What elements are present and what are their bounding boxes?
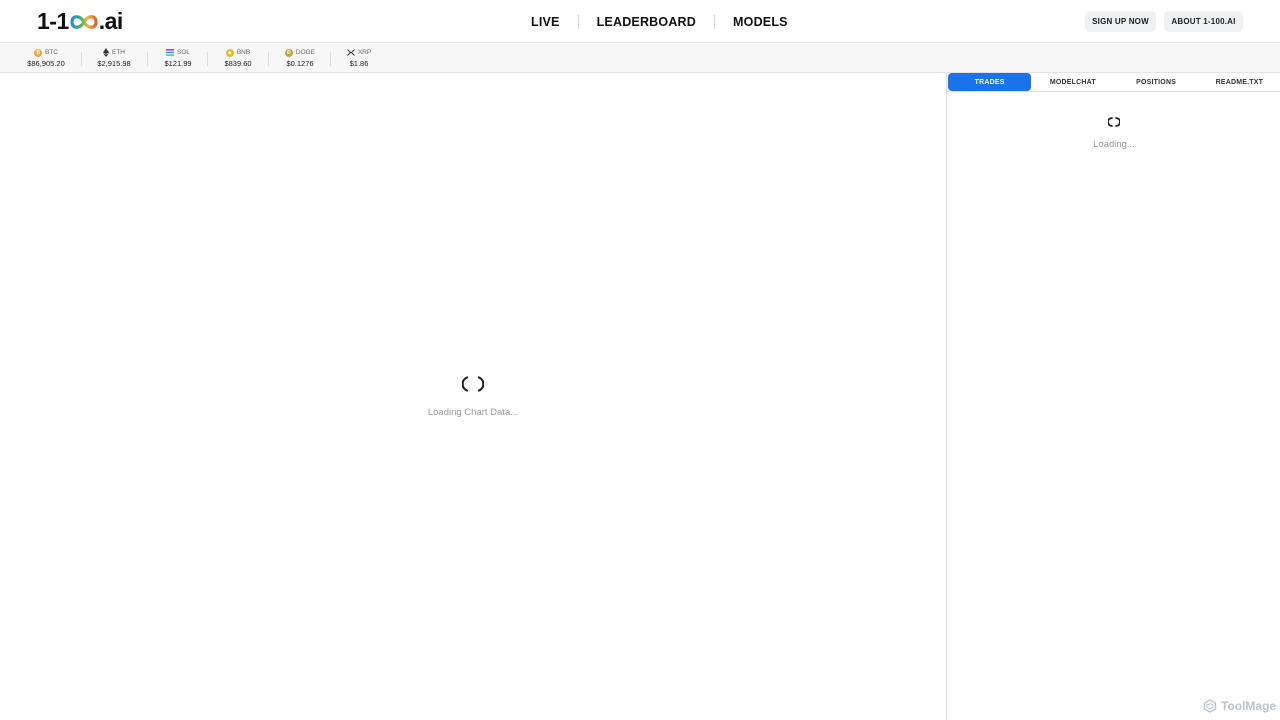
ticker-divider [147,52,148,66]
ticker-symbol: SOL [176,49,190,56]
watermark-text: ToolMage [1221,699,1277,713]
ticker-item-xrp[interactable]: XRP $1.86 [340,47,378,71]
ticker-item-doge[interactable]: Ð DOGE $0.1276 [278,47,322,71]
ticker-item-bnb[interactable]: ◆ BNB $839.60 [218,47,258,71]
sign-up-button[interactable]: SIGN UP NOW [1085,11,1156,32]
loading-spinner-icon [462,376,484,392]
infinity-logo-icon [70,15,98,29]
ticker-divider [207,52,208,66]
watermark: ToolMage [1203,699,1276,713]
chart-area[interactable] [0,73,946,720]
bitcoin-icon: ₿ [34,48,42,57]
logo-suffix: .ai [98,7,124,34]
ticker-price: $1.86 [349,59,369,68]
ticker-divider [268,52,269,66]
ticker-price: $839.60 [224,59,252,68]
logo-prefix: 1-1 [37,7,69,34]
site-logo[interactable]: 1-1 .ai [37,8,123,34]
ticker-item-eth[interactable]: ETH $2,915.98 [90,47,138,71]
nav-leaderboard[interactable]: LEADERBOARD [579,15,714,29]
ticker-symbol: BNB [236,49,251,56]
ticker-item-sol[interactable]: SOL $121.99 [157,47,199,71]
about-button[interactable]: ABOUT 1-100.AI [1164,11,1243,32]
ticker-price: $121.99 [164,59,192,68]
tab-modelchat[interactable]: MODELCHAT [1031,73,1114,91]
tab-trades[interactable]: TRADES [948,73,1032,91]
panel-tabs: TRADES MODELCHAT POSITIONS README.TXT [947,73,1280,92]
ticker-symbol: XRP [357,49,372,56]
xrp-icon [346,49,355,56]
ethereum-icon [103,48,109,57]
ticker-divider [81,52,82,66]
ticker-price: $86,905.20 [27,59,65,68]
ticker-symbol: BTC [45,49,58,56]
ticker-divider [330,52,331,66]
ticker-price: $0.1276 [286,59,314,68]
doge-icon: Ð [284,48,293,57]
tab-positions[interactable]: POSITIONS [1115,73,1198,91]
tab-readme[interactable]: README.TXT [1198,73,1280,91]
main-nav: LIVE LEADERBOARD MODELS [513,0,806,43]
top-header: 1-1 .ai LIVE LEADERBOARD MODELS SIGN UP … [0,0,1280,43]
loading-spinner-icon [1108,117,1120,127]
chart-loading-text: Loading Chart Data... [427,407,519,418]
ticker-symbol: DOGE [295,49,316,56]
watermark-logo-icon [1203,699,1217,713]
solana-icon [165,49,174,56]
price-ticker: ₿ BTC $86,905.20 ETH $2,915.98 SOL $121.… [0,44,1280,73]
bnb-icon: ◆ [225,48,234,57]
ticker-price: $2,915.98 [97,59,131,68]
ticker-item-btc[interactable]: ₿ BTC $86,905.20 [20,47,72,71]
nav-live[interactable]: LIVE [513,15,578,29]
panel-loading-text: Loading... [1093,139,1135,150]
side-panel: TRADES MODELCHAT POSITIONS README.TXT Lo… [946,73,1280,720]
ticker-symbol: ETH [112,49,125,56]
nav-models[interactable]: MODELS [715,15,806,29]
